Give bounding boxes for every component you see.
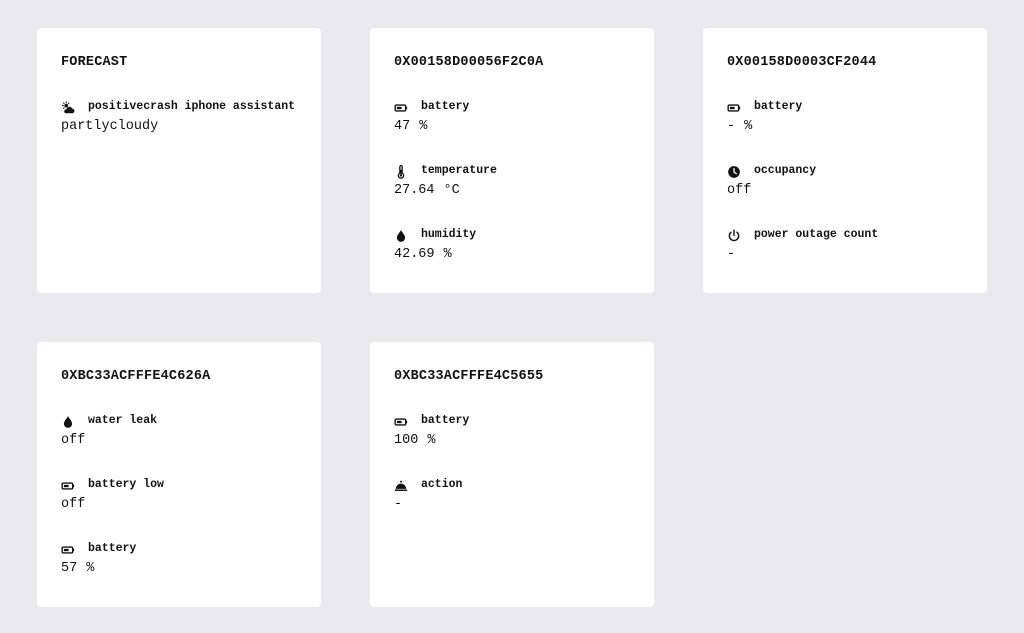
card-title: 0XBC33ACFFFE4C5655 — [394, 369, 544, 384]
entity-name: positivecrash iphone assistant — [88, 100, 296, 113]
card-title: 0XBC33ACFFFE4C626A — [61, 369, 211, 384]
entity-state: 47% — [394, 119, 428, 134]
battery-icon — [394, 101, 408, 115]
entity-name: battery low — [88, 478, 164, 491]
entity-battery[interactable]: battery -% — [727, 100, 971, 136]
entity-state: 100% — [394, 433, 436, 448]
entity-state: off — [61, 433, 86, 448]
device-card: 0XBC33ACFFFE4C5655 battery 100% action - — [370, 342, 654, 607]
entity-name: occupancy — [754, 164, 817, 177]
entity-state: -% — [727, 119, 753, 134]
entity-battery-low[interactable]: battery low off — [61, 478, 305, 514]
thermometer-icon — [394, 165, 408, 179]
entity-state: partlycloudy — [61, 119, 159, 134]
entity-battery[interactable]: battery 57% — [61, 542, 305, 578]
entity-state: off — [61, 497, 86, 512]
battery-icon — [727, 101, 741, 115]
card-title: 0X00158D0003CF2044 — [727, 55, 877, 70]
forecast-card: FORECAST positivecrash iphone assistant … — [37, 28, 321, 293]
entity-power-outage[interactable]: power outage count - — [727, 228, 971, 264]
entity-name: battery — [88, 542, 137, 555]
entity-battery[interactable]: battery 47% — [394, 100, 638, 136]
bell-icon — [394, 479, 408, 493]
entity-state: 57% — [61, 561, 95, 576]
entity-temperature[interactable]: temperature 27.64 °C — [394, 164, 638, 200]
entity-humidity[interactable]: humidity 42.69% — [394, 228, 638, 264]
entity-occupancy[interactable]: occupancy off — [727, 164, 971, 200]
clock-icon — [727, 165, 741, 179]
entity-name: battery — [421, 100, 470, 113]
entity-name: temperature — [421, 164, 497, 177]
entity-name: power outage count — [754, 228, 879, 241]
entity-name: action — [421, 478, 463, 491]
power-icon — [727, 229, 741, 243]
entity-state: off — [727, 183, 752, 198]
entity-weather[interactable]: positivecrash iphone assistant partlyclo… — [61, 100, 305, 136]
entity-state: - — [394, 497, 403, 512]
device-card: 0X00158D00056F2C0A battery 47% temperatu… — [370, 28, 654, 293]
card-title: FORECAST — [61, 55, 128, 70]
water-drop-icon — [394, 229, 408, 243]
entity-name: battery — [754, 100, 803, 113]
entity-name: battery — [421, 414, 470, 427]
device-card: 0X00158D0003CF2044 battery -% occupancy … — [703, 28, 987, 293]
entity-state: - — [727, 247, 736, 262]
device-card: 0XBC33ACFFFE4C626A water leak off batter… — [37, 342, 321, 607]
partly-cloudy-icon — [61, 101, 75, 115]
entity-water-leak[interactable]: water leak off — [61, 414, 305, 450]
entity-state: 27.64 °C — [394, 183, 460, 198]
entity-name: water leak — [88, 414, 158, 427]
card-title: 0X00158D00056F2C0A — [394, 55, 544, 70]
entity-battery[interactable]: battery 100% — [394, 414, 638, 450]
entity-name: humidity — [421, 228, 477, 241]
battery-icon — [394, 415, 408, 429]
entity-state: 42.69% — [394, 247, 452, 262]
battery-icon — [61, 479, 75, 493]
entity-action[interactable]: action - — [394, 478, 638, 514]
battery-icon — [61, 543, 75, 557]
water-drop-icon — [61, 415, 75, 429]
